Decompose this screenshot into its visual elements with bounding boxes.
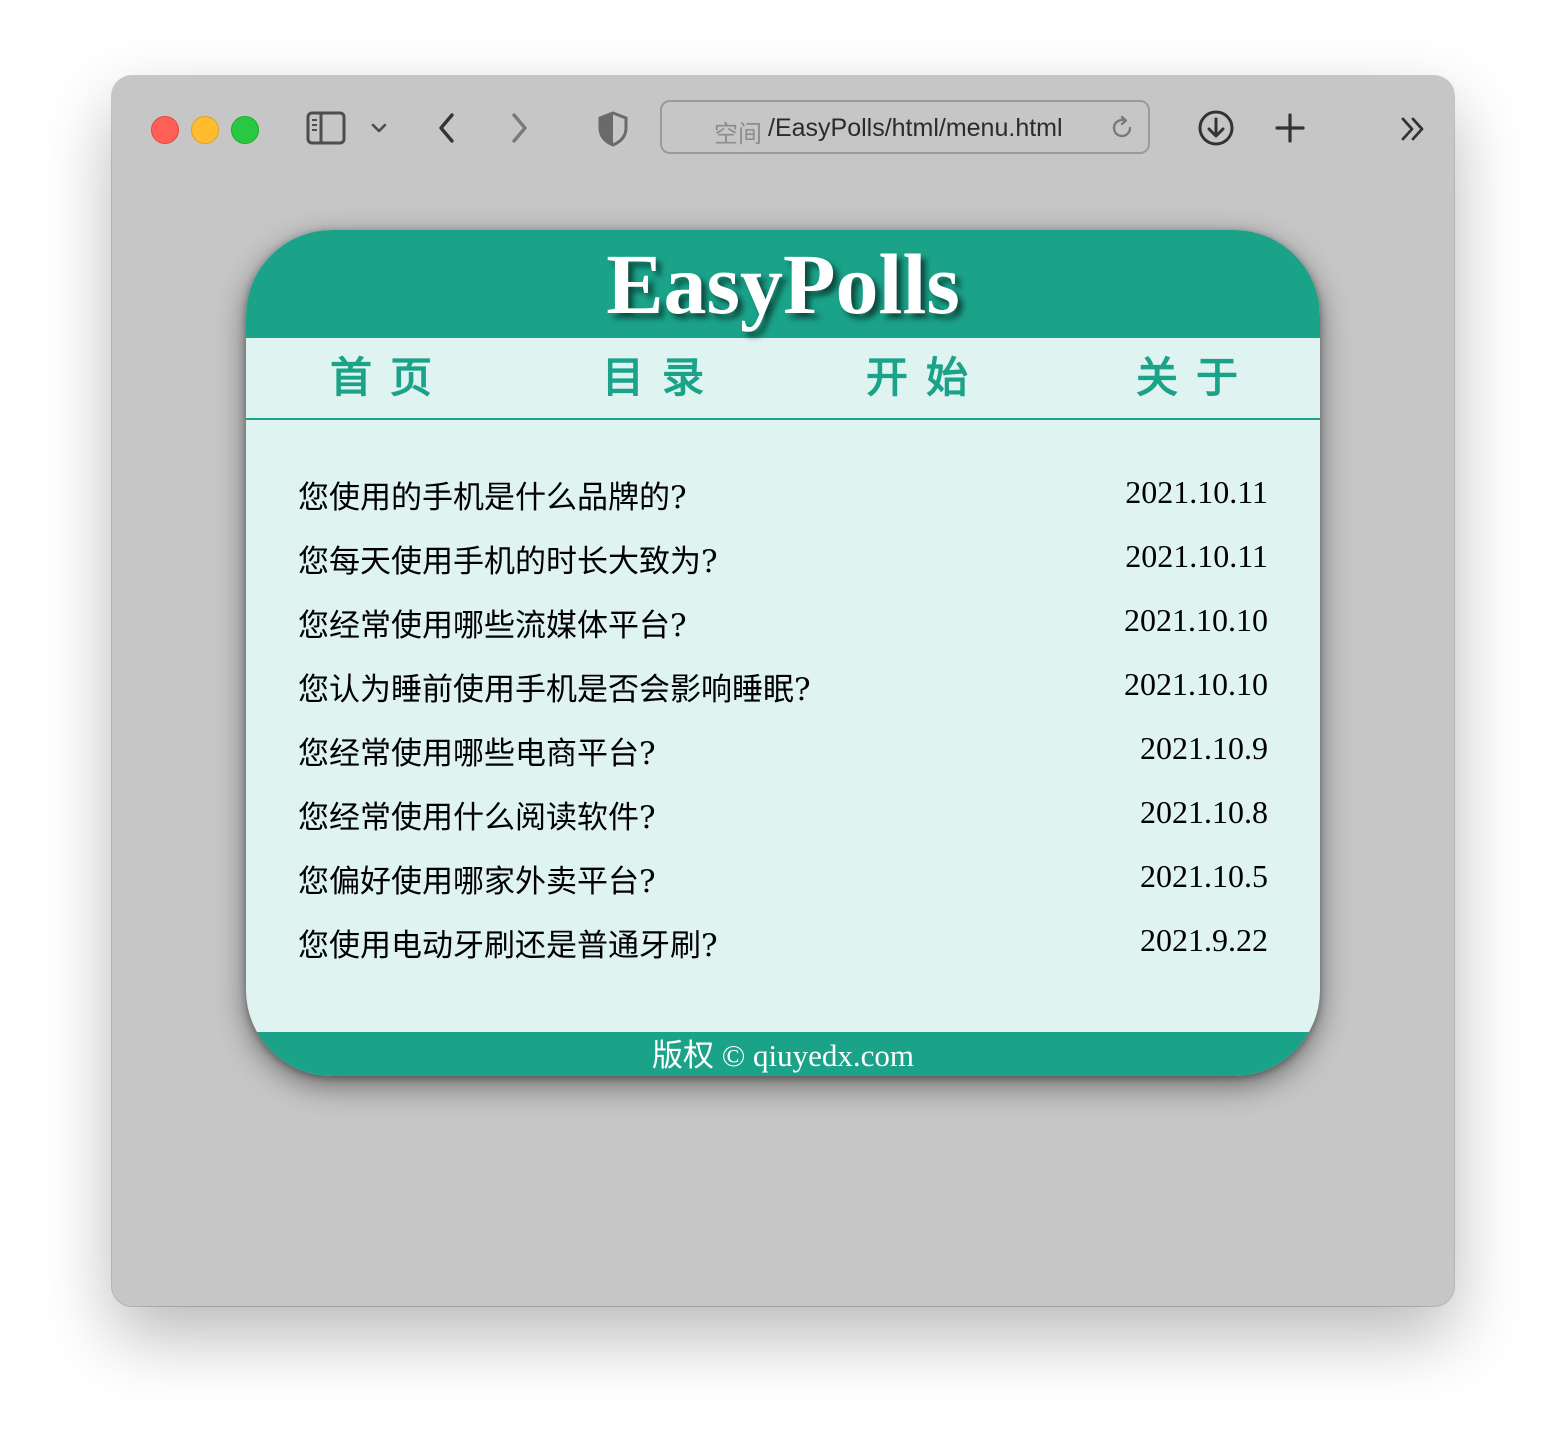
- nav-about-link[interactable]: 关于: [1136, 350, 1256, 406]
- chevron-down-icon[interactable]: [368, 114, 390, 142]
- poll-date: 2021.10.9: [1140, 730, 1268, 766]
- url-prefix: 空间: [714, 120, 762, 148]
- poll-row: 您使用电动牙刷还是普通牙刷? 2021.9.22: [246, 918, 1320, 982]
- site-header: EasyPolls: [246, 230, 1320, 338]
- polls-card: EasyPolls 首页 目录 开始 关于 您使用的手机是什么品牌的? 2021…: [246, 230, 1320, 1076]
- poll-question-link[interactable]: 您使用电动牙刷还是普通牙刷?: [298, 924, 718, 968]
- double-chevron-right-icon[interactable]: [1398, 114, 1428, 144]
- download-icon[interactable]: [1196, 108, 1236, 148]
- poll-date: 2021.10.11: [1125, 538, 1268, 574]
- copyright-text: 版权 © qiuyedx.com: [651, 1038, 915, 1073]
- sidebar-icon[interactable]: [306, 110, 346, 146]
- poll-row: 您每天使用手机的时长大致为? 2021.10.11: [246, 534, 1320, 598]
- poll-row: 您偏好使用哪家外卖平台? 2021.10.5: [246, 854, 1320, 918]
- poll-row: 您认为睡前使用手机是否会影响睡眠? 2021.10.10: [246, 662, 1320, 726]
- back-arrow-icon[interactable]: [432, 109, 462, 147]
- poll-date: 2021.10.5: [1140, 858, 1268, 894]
- poll-date: 2021.10.10: [1124, 666, 1268, 702]
- poll-question-link[interactable]: 您使用的手机是什么品牌的?: [298, 476, 687, 520]
- address-bar[interactable]: 空间 /EasyPolls/html/menu.html: [660, 100, 1150, 154]
- reload-icon[interactable]: [1108, 114, 1136, 142]
- forward-arrow-icon[interactable]: [504, 109, 534, 147]
- poll-row: 您经常使用哪些流媒体平台? 2021.10.10: [246, 598, 1320, 662]
- close-window-button[interactable]: [151, 116, 179, 144]
- poll-row: 您使用的手机是什么品牌的? 2021.10.11: [246, 470, 1320, 534]
- poll-row: 您经常使用什么阅读软件? 2021.10.8: [246, 790, 1320, 854]
- poll-row: 您经常使用哪些电商平台? 2021.10.9: [246, 726, 1320, 790]
- site-title: EasyPolls: [606, 236, 960, 332]
- site-footer: 版权 © qiuyedx.com: [246, 1032, 1320, 1076]
- url-text: /EasyPolls/html/menu.html: [768, 114, 1063, 142]
- nav-start-link[interactable]: 开始: [866, 350, 986, 406]
- main-nav: 首页 目录 开始 关于: [246, 338, 1320, 420]
- minimize-window-button[interactable]: [191, 116, 219, 144]
- poll-question-link[interactable]: 您经常使用哪些电商平台?: [298, 732, 656, 776]
- poll-date: 2021.10.10: [1124, 602, 1268, 638]
- privacy-shield-icon[interactable]: [596, 110, 630, 148]
- poll-date: 2021.10.11: [1125, 474, 1268, 510]
- poll-question-link[interactable]: 您每天使用手机的时长大致为?: [298, 540, 718, 584]
- poll-date: 2021.9.22: [1140, 922, 1268, 958]
- nav-catalog-link[interactable]: 目录: [602, 350, 722, 406]
- browser-window: 空间 /EasyPolls/html/menu.html EasyPolls 首…: [112, 76, 1454, 1306]
- nav-home-link[interactable]: 首页: [330, 350, 450, 406]
- new-tab-plus-icon[interactable]: [1272, 110, 1308, 146]
- zoom-window-button[interactable]: [231, 116, 259, 144]
- poll-question-link[interactable]: 您认为睡前使用手机是否会影响睡眠?: [298, 668, 811, 712]
- poll-question-link[interactable]: 您偏好使用哪家外卖平台?: [298, 860, 656, 904]
- poll-question-link[interactable]: 您经常使用哪些流媒体平台?: [298, 604, 687, 648]
- browser-toolbar: 空间 /EasyPolls/html/menu.html: [112, 76, 1454, 180]
- poll-date: 2021.10.8: [1140, 794, 1268, 830]
- poll-question-link[interactable]: 您经常使用什么阅读软件?: [298, 796, 656, 840]
